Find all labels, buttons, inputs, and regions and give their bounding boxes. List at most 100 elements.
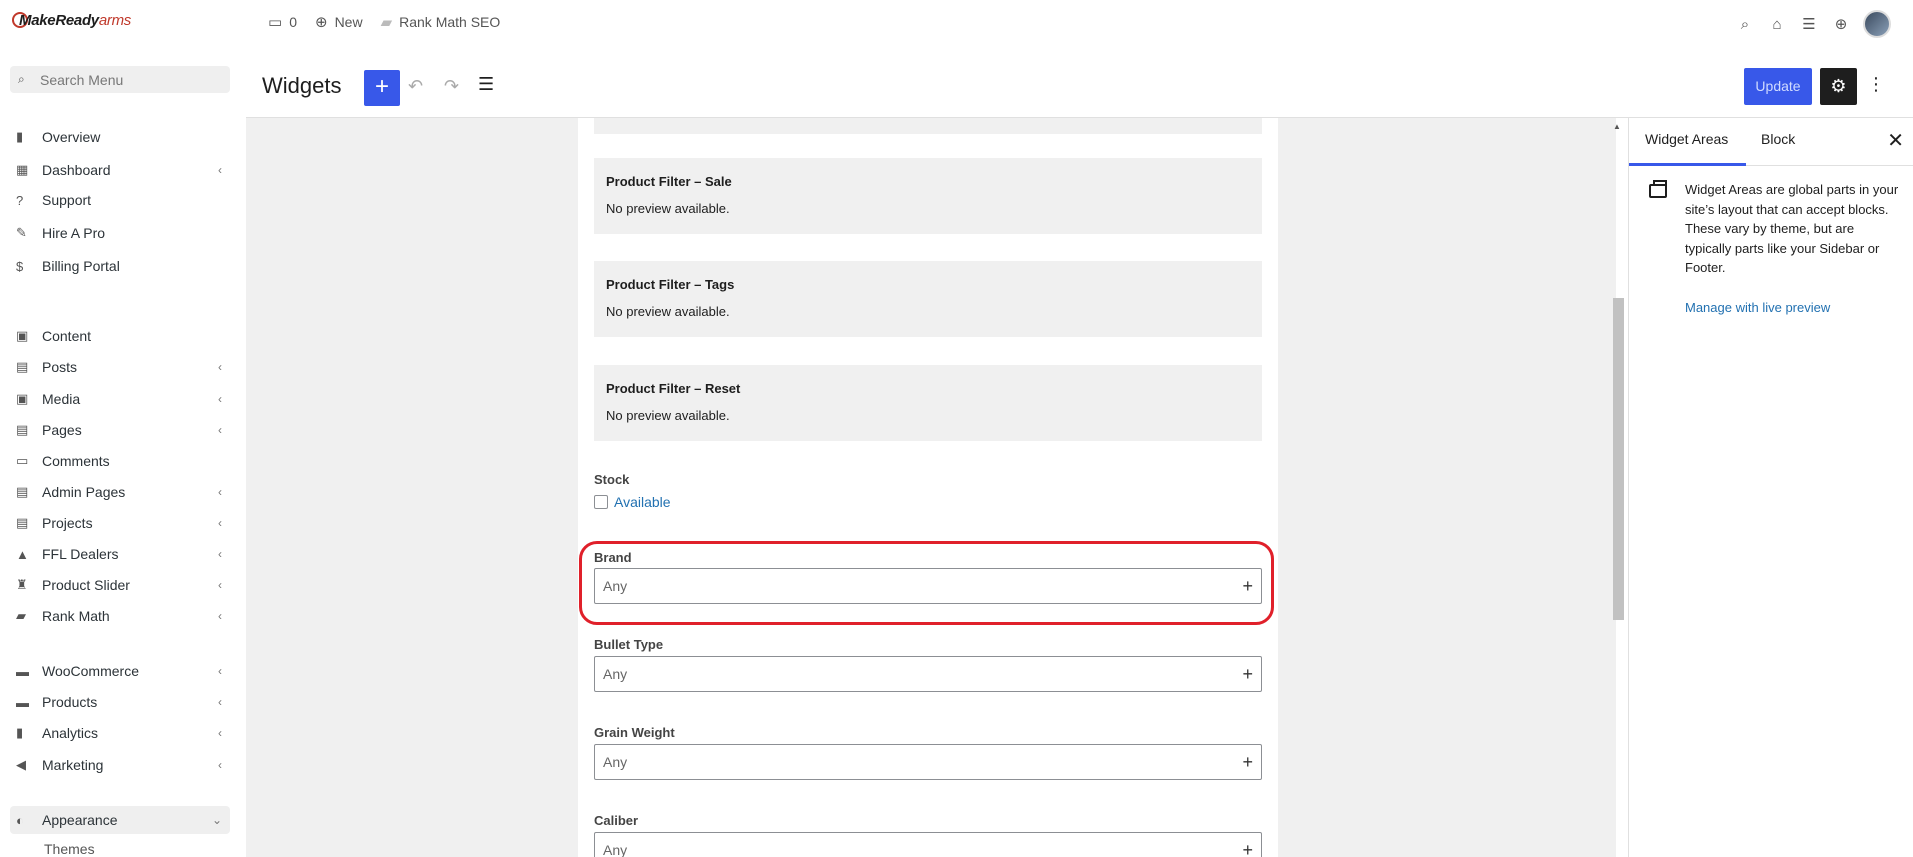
admin-sidebar: MakeReadyarms ⌕ Search Menu ▮ Overview ▦ Da… bbox=[0, 0, 246, 857]
sidebar-item-billing-portal[interactable]: $ Billing Portal bbox=[10, 252, 230, 280]
chevron-left-icon[interactable]: ‹ bbox=[218, 547, 222, 561]
rank-math-icon: ▰ bbox=[16, 608, 26, 623]
sidebar-item-content[interactable]: ▣ Content bbox=[10, 322, 230, 350]
sidebar-item-dashboard[interactable]: ▦ Dashboard ‹ bbox=[10, 156, 230, 184]
grain-weight-value: Any bbox=[603, 754, 628, 770]
add-circle-icon[interactable]: ⊕ bbox=[1825, 15, 1857, 33]
home-icon[interactable]: ⌂ bbox=[1761, 16, 1793, 33]
sidebar-subitem-themes[interactable]: Themes bbox=[44, 841, 95, 857]
tab-block[interactable]: Block bbox=[1761, 131, 1795, 147]
stock-label: Stock bbox=[594, 472, 630, 487]
available-checkbox[interactable] bbox=[594, 495, 608, 509]
sidebar-item-label: Projects bbox=[42, 515, 93, 531]
sidebar-item-products[interactable]: ▬ Products ‹ bbox=[10, 688, 230, 716]
sidebar-item-admin-pages[interactable]: ▤ Admin Pages ‹ bbox=[10, 478, 230, 506]
caliber-select[interactable]: Any + bbox=[594, 832, 1262, 857]
chevron-left-icon[interactable]: ‹ bbox=[218, 609, 222, 623]
search-icon[interactable]: ⌕ bbox=[1729, 16, 1761, 33]
preview-block-partial[interactable] bbox=[594, 118, 1262, 134]
sidebar-item-appearance[interactable]: ◐ Appearance ⌄ bbox=[10, 806, 230, 834]
available-link[interactable]: Available bbox=[614, 494, 671, 510]
more-options-icon[interactable]: ⋮ bbox=[1867, 74, 1885, 95]
sidebar-item-projects[interactable]: ▤ Projects ‹ bbox=[10, 509, 230, 537]
grain-weight-select[interactable]: Any + bbox=[594, 744, 1262, 780]
dollar-icon: $ bbox=[16, 258, 24, 274]
preview-text: No preview available. bbox=[606, 408, 730, 423]
sidebar-item-support[interactable]: ? Support bbox=[10, 186, 230, 214]
sidebar-item-media[interactable]: ▣ Media ‹ bbox=[10, 385, 230, 413]
chevron-left-icon[interactable]: ‹ bbox=[218, 485, 222, 499]
manage-live-preview-link[interactable]: Manage with live preview bbox=[1685, 300, 1830, 315]
preview-text: No preview available. bbox=[606, 304, 730, 319]
bullet-type-select[interactable]: Any + bbox=[594, 656, 1262, 692]
sliders-icon[interactable]: ☰ bbox=[1793, 15, 1825, 33]
sidebar-item-overview[interactable]: ▮ Overview bbox=[10, 123, 230, 151]
preview-block-sale[interactable]: Product Filter – Sale No preview availab… bbox=[594, 158, 1262, 234]
chevron-left-icon[interactable]: ‹ bbox=[218, 516, 222, 530]
sidebar-item-label: Products bbox=[42, 694, 98, 710]
comments-link[interactable]: ▭ 0 bbox=[268, 13, 297, 31]
preview-block-reset[interactable]: Product Filter – Reset No preview availa… bbox=[594, 365, 1262, 441]
add-block-button[interactable]: + bbox=[364, 70, 400, 106]
chevron-left-icon[interactable]: ‹ bbox=[218, 695, 222, 709]
sidebar-item-pages[interactable]: ▤ Pages ‹ bbox=[10, 416, 230, 444]
preview-block-tags[interactable]: Product Filter – Tags No preview availab… bbox=[594, 261, 1262, 337]
palette-icon: ◐ bbox=[16, 812, 24, 828]
sidebar-item-marketing[interactable]: ◀ Marketing ‹ bbox=[10, 751, 230, 779]
sidebar-item-analytics[interactable]: ▮ Analytics ‹ bbox=[10, 719, 230, 747]
caliber-value: Any bbox=[603, 842, 628, 857]
scroll-thumb[interactable] bbox=[1613, 298, 1624, 620]
update-button[interactable]: Update bbox=[1744, 68, 1812, 105]
scroll-up-arrow-icon[interactable]: ▲ bbox=[1613, 122, 1621, 131]
chevron-left-icon[interactable]: ‹ bbox=[218, 758, 222, 772]
plus-icon[interactable]: + bbox=[1242, 664, 1253, 685]
chevron-left-icon[interactable]: ‹ bbox=[218, 726, 222, 740]
sidebar-item-rank-math[interactable]: ▰ Rank Math ‹ bbox=[10, 602, 230, 630]
chevron-left-icon[interactable]: ‹ bbox=[218, 360, 222, 374]
chevron-left-icon[interactable]: ‹ bbox=[218, 163, 222, 177]
analytics-icon: ▮ bbox=[16, 725, 24, 740]
undo-icon[interactable]: ↶ bbox=[408, 76, 423, 97]
search-list-icon: ⌕ bbox=[18, 72, 25, 86]
plus-icon[interactable]: + bbox=[1242, 840, 1253, 857]
rank-math-seo-link[interactable]: ▰ Rank Math SEO bbox=[381, 13, 501, 31]
sidebar-item-posts[interactable]: ▤ Posts ‹ bbox=[10, 353, 230, 381]
editor-canvas: Product Filter – Sale No preview availab… bbox=[246, 118, 1616, 857]
user-edit-icon: ✎ bbox=[16, 225, 27, 240]
sidebar-item-ffl-dealers[interactable]: ▲ FFL Dealers ‹ bbox=[10, 540, 230, 568]
search-menu-input[interactable]: ⌕ Search Menu bbox=[10, 66, 230, 93]
chevron-down-icon[interactable]: ⌄ bbox=[212, 813, 222, 827]
sidebar-item-woocommerce[interactable]: ▬ WooCommerce ‹ bbox=[10, 657, 230, 685]
settings-gear-icon[interactable]: ⚙ bbox=[1820, 68, 1857, 105]
grain-weight-label: Grain Weight bbox=[594, 725, 675, 740]
sidebar-item-label: Pages bbox=[42, 422, 82, 438]
user-avatar[interactable] bbox=[1863, 10, 1891, 38]
chevron-left-icon[interactable]: ‹ bbox=[218, 578, 222, 592]
panel-tabs: Widget Areas Block ✕ bbox=[1629, 118, 1913, 166]
caliber-label: Caliber bbox=[594, 813, 639, 828]
chevron-left-icon[interactable]: ‹ bbox=[218, 664, 222, 678]
canvas-scrollbar[interactable]: ▲ bbox=[1610, 118, 1624, 857]
settings-panel: Widget Areas Block ✕ Widget Areas are gl… bbox=[1628, 118, 1913, 857]
dealer-icon: ▲ bbox=[16, 546, 29, 562]
stock-option[interactable]: Available bbox=[594, 494, 671, 510]
chevron-left-icon[interactable]: ‹ bbox=[218, 392, 222, 406]
site-logo[interactable]: MakeReadyarms bbox=[12, 12, 131, 29]
document-icon: ▤ bbox=[16, 359, 29, 374]
close-icon[interactable]: ✕ bbox=[1887, 128, 1904, 153]
page-title: Widgets bbox=[262, 73, 342, 98]
plus-icon[interactable]: + bbox=[1242, 752, 1253, 773]
grid-icon: ▦ bbox=[16, 162, 29, 177]
list-view-icon[interactable]: ☰ bbox=[478, 74, 494, 95]
comment-icon: ▭ bbox=[268, 14, 283, 31]
comments-count: 0 bbox=[289, 14, 297, 30]
redo-icon[interactable]: ↷ bbox=[444, 76, 459, 97]
sidebar-item-comments[interactable]: ▭ Comments bbox=[10, 447, 230, 475]
sidebar-item-label: Overview bbox=[42, 129, 101, 145]
tab-widget-areas[interactable]: Widget Areas bbox=[1645, 131, 1728, 147]
sidebar-item-label: Analytics bbox=[42, 725, 99, 741]
sidebar-item-product-slider[interactable]: ♜ Product Slider ‹ bbox=[10, 571, 230, 599]
sidebar-item-hire-a-pro[interactable]: ✎ Hire A Pro bbox=[10, 219, 230, 247]
new-link[interactable]: ⊕ New bbox=[315, 13, 363, 31]
chevron-left-icon[interactable]: ‹ bbox=[218, 423, 222, 437]
